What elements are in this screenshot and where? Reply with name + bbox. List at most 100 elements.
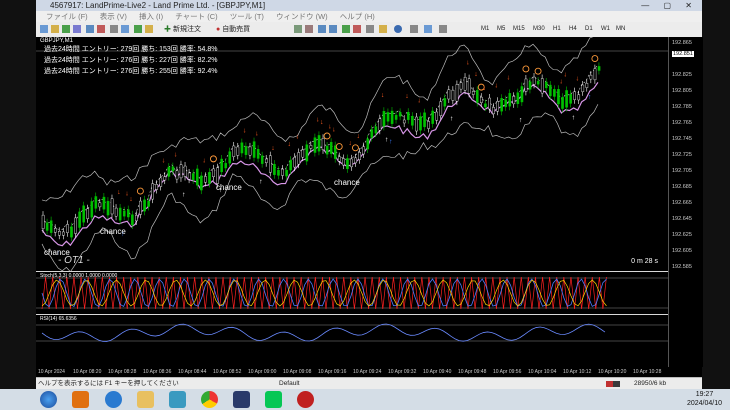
auto-trade-button[interactable]: ● 自動売買	[216, 25, 250, 34]
candle-body	[196, 168, 199, 186]
candle-body	[301, 149, 305, 158]
candle-body	[524, 78, 528, 92]
sell-arrow: ↓	[255, 130, 258, 137]
candle-body	[463, 76, 467, 91]
signal-circle	[335, 143, 343, 151]
sell-arrow: ↓	[466, 60, 470, 67]
candle-body	[597, 66, 601, 71]
candle-body	[147, 200, 150, 207]
new-order-button[interactable]: ✚ 新規注文	[164, 25, 201, 34]
candle-body	[362, 146, 365, 155]
window-controls[interactable]: — ▢ ✕	[641, 0, 698, 11]
candle-body	[504, 99, 508, 108]
candle-body	[443, 98, 447, 107]
chrome-icon[interactable]	[201, 391, 218, 408]
candle-body	[191, 173, 195, 180]
candle-body	[358, 151, 361, 160]
price-tick: 192.825	[672, 72, 692, 78]
candle-body	[135, 215, 138, 222]
main-chart[interactable]: ↑ ↑ ↓ ↑ ↓ ↓ ↓ ↓ ↑ ↓ ↑ ↓ ↓ ↑ ↓ ↓ ↓ ↓ ↓ ↓ ↓ ↓ ↓ ↓ ↑ ↑ ↓ ↓ ↑ ↓ ↓ ↓ ↓ ↓ ↑ ↓ ↓ ↑ ↓ ↑…	[36, 37, 668, 271]
rsi-svg	[36, 323, 668, 342]
status-profile[interactable]: Default	[279, 378, 300, 389]
line-icon[interactable]	[265, 391, 282, 408]
stochastic-panel[interactable]: Stoch(5,3,3) 0.0000 1.0000 0.0000	[36, 272, 668, 314]
system-tray[interactable]: 19:27 2024/04/10	[687, 390, 722, 408]
candle-body	[277, 170, 280, 176]
mt4-icon[interactable]	[233, 391, 250, 408]
tf-mn[interactable]: MN	[616, 25, 625, 34]
candle-body	[86, 208, 90, 219]
time-tick: 10 Apr 09:32	[388, 369, 417, 375]
candle-body	[415, 116, 418, 132]
tf-m5[interactable]: M5	[497, 25, 505, 34]
candle-body	[285, 169, 288, 177]
time-tick: 10 Apr 09:00	[248, 369, 277, 375]
candle-body	[305, 144, 309, 162]
menu-help[interactable]: ヘルプ (H)	[340, 12, 375, 21]
candle-body	[342, 158, 345, 166]
candle-body	[346, 158, 349, 170]
window-icon[interactable]	[169, 391, 186, 408]
start-button-icon[interactable]	[40, 391, 57, 408]
menu-bar: ファイル (F) 表示 (V) 挿入 (I) チャート (C) ツール (T) …	[36, 11, 702, 22]
tf-w1[interactable]: W1	[601, 25, 610, 34]
candle-body	[354, 157, 357, 164]
price-tick: 192.605	[672, 248, 692, 254]
menu-insert[interactable]: 挿入 (I)	[139, 12, 163, 21]
candle-body	[451, 89, 455, 101]
signal-circle	[352, 144, 359, 152]
menu-view[interactable]: 表示 (V)	[100, 12, 127, 21]
record-app-icon[interactable]	[297, 391, 314, 408]
toolbar-icons-left[interactable]	[40, 24, 160, 35]
menu-file[interactable]: ファイル (F)	[46, 12, 88, 21]
buy-arrow: ↑	[519, 117, 523, 124]
sell-arrow: ↓	[482, 85, 486, 92]
time-tick: 10 Apr 10:04	[528, 369, 557, 375]
sell-arrow: ↓	[417, 98, 421, 105]
tf-d1[interactable]: D1	[585, 25, 593, 34]
sell-arrow: ↓	[474, 71, 478, 78]
candle-body	[82, 205, 85, 223]
candle-body	[102, 196, 106, 210]
sell-arrow: ↓	[243, 127, 247, 134]
candle-body	[289, 159, 292, 171]
menu-chart[interactable]: チャート (C)	[175, 12, 217, 21]
tf-m1[interactable]: M1	[481, 25, 489, 34]
candle-body	[427, 121, 430, 129]
menu-tools[interactable]: ツール (T)	[230, 12, 264, 21]
candle-body	[317, 135, 321, 152]
candle-body	[407, 112, 410, 120]
candle-body	[589, 74, 593, 80]
candle-body	[212, 168, 215, 178]
candle-body	[455, 84, 459, 102]
candle-body	[143, 199, 146, 212]
chance-label: chance	[334, 178, 360, 187]
tf-m30[interactable]: M30	[533, 25, 545, 34]
tf-h1[interactable]: H1	[553, 25, 561, 34]
menu-window[interactable]: ウィンドウ (W)	[276, 12, 328, 21]
stochastic-svg	[36, 276, 668, 310]
right-black-border	[702, 0, 730, 410]
media-player-icon[interactable]	[72, 391, 89, 408]
candle-body	[204, 176, 207, 183]
candle-body	[187, 172, 191, 180]
rsi-panel[interactable]: RSI(14) 65.6356	[36, 315, 668, 367]
candle-body	[480, 96, 483, 103]
toolbar-icons-mid[interactable]	[294, 24, 474, 35]
moving-average	[41, 82, 599, 247]
time-tick: 10 Apr 10:20	[598, 369, 627, 375]
candle-body	[183, 165, 187, 177]
explorer-folder-icon[interactable]	[137, 391, 154, 408]
time-tick: 10 Apr 09:40	[423, 369, 452, 375]
time-tick: 10 Apr 08:52	[213, 369, 242, 375]
candle-body	[248, 146, 252, 156]
tf-h4[interactable]: H4	[569, 25, 577, 34]
ie-icon[interactable]	[105, 391, 122, 408]
price-tick: 192.805	[672, 88, 692, 94]
candle-body	[159, 177, 163, 187]
chance-label: chance	[100, 227, 126, 236]
candle-body	[171, 166, 175, 172]
tf-m15[interactable]: M15	[513, 25, 525, 34]
price-tick: 192.725	[672, 152, 692, 158]
price-tick: 192.685	[672, 184, 692, 190]
